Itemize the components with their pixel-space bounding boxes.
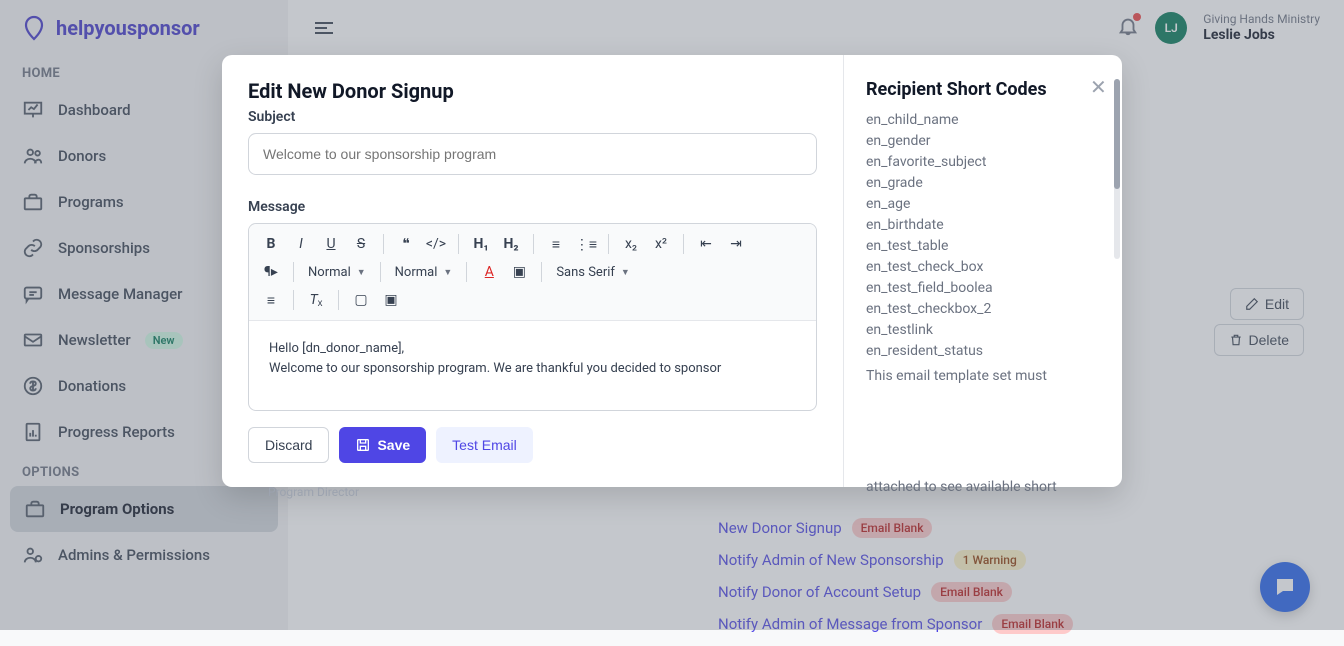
- subject-input[interactable]: [248, 133, 817, 175]
- editor-content[interactable]: Hello [dn_donor_name], Welcome to our sp…: [249, 321, 816, 410]
- h1-button[interactable]: H₁: [469, 232, 493, 256]
- superscript-button[interactable]: x²: [649, 232, 673, 256]
- shortcode-item[interactable]: en_birthdate: [866, 215, 1108, 236]
- shortcode-item[interactable]: en_age: [866, 194, 1108, 215]
- edit-email-modal: Edit New Donor Signup Subject Message B …: [222, 55, 1122, 487]
- shortcode-list: en_child_name en_gender en_favorite_subj…: [866, 110, 1108, 362]
- shortcode-item[interactable]: en_gender: [866, 131, 1108, 152]
- close-button[interactable]: ✕: [1090, 75, 1112, 97]
- modal-right-panel: ✕ Recipient Short Codes en_child_name en…: [844, 55, 1122, 487]
- shortcode-item[interactable]: en_favorite_subject: [866, 152, 1108, 173]
- save-icon: [355, 437, 371, 453]
- scrollbar-thumb[interactable]: [1114, 79, 1120, 189]
- shortcodes-note: This email template set must: [866, 366, 1108, 387]
- strike-button[interactable]: S: [349, 232, 373, 256]
- italic-button[interactable]: I: [289, 232, 313, 256]
- test-email-button[interactable]: Test Email: [436, 427, 533, 463]
- highlight-button[interactable]: ▣: [507, 260, 531, 284]
- h2-button[interactable]: H₂: [499, 232, 523, 256]
- scrollbar[interactable]: [1114, 79, 1120, 259]
- underline-button[interactable]: U: [319, 232, 343, 256]
- bold-button[interactable]: B: [259, 232, 283, 256]
- editor-toolbar: B I U S ❝ </> H₁ H₂ ≡ ⋮≡ x₂ x²: [249, 224, 816, 321]
- code-button[interactable]: </>: [424, 232, 448, 256]
- image-button[interactable]: ▢: [349, 288, 373, 312]
- indent-button[interactable]: ⇥: [724, 232, 748, 256]
- shortcode-item[interactable]: en_resident_status: [866, 341, 1108, 362]
- shortcode-item[interactable]: en_child_name: [866, 110, 1108, 131]
- modal-actions: Discard Save Test Email: [248, 411, 817, 463]
- message-label: Message: [248, 199, 817, 215]
- bullet-list-button[interactable]: ⋮≡: [574, 232, 598, 256]
- clear-format-button[interactable]: Tₓ: [304, 288, 328, 312]
- font-select[interactable]: Sans Serif▼: [552, 265, 634, 280]
- shortcode-item[interactable]: en_test_checkbox_2: [866, 299, 1108, 320]
- rich-text-editor: B I U S ❝ </> H₁ H₂ ≡ ⋮≡ x₂ x²: [248, 223, 817, 411]
- shortcode-item[interactable]: en_test_check_box: [866, 257, 1108, 278]
- heading-select[interactable]: Normal▼: [304, 265, 370, 280]
- quote-button[interactable]: ❝: [394, 232, 418, 256]
- modal-left-panel: Edit New Donor Signup Subject Message B …: [222, 55, 844, 487]
- message-line: Welcome to our sponsorship program. We a…: [269, 359, 796, 379]
- size-select[interactable]: Normal▼: [391, 265, 457, 280]
- text-direction-button[interactable]: ¶▸: [259, 260, 283, 284]
- shortcodes-title: Recipient Short Codes: [866, 79, 1108, 100]
- subscript-button[interactable]: x₂: [619, 232, 643, 256]
- ordered-list-button[interactable]: ≡: [544, 232, 568, 256]
- shortcode-item[interactable]: en_test_table: [866, 236, 1108, 257]
- shortcode-item[interactable]: en_test_field_boolea: [866, 278, 1108, 299]
- outdent-button[interactable]: ⇤: [694, 232, 718, 256]
- save-button[interactable]: Save: [339, 427, 426, 463]
- shortcodes-bottom-text: attached to see available short: [866, 479, 1057, 495]
- video-button[interactable]: ▣: [379, 288, 403, 312]
- shortcode-item[interactable]: en_grade: [866, 173, 1108, 194]
- subject-label: Subject: [248, 109, 817, 125]
- align-button[interactable]: ≡: [259, 288, 283, 312]
- discard-button[interactable]: Discard: [248, 427, 329, 463]
- message-line: Hello [dn_donor_name],: [269, 339, 796, 359]
- text-color-button[interactable]: A: [477, 260, 501, 284]
- program-director-text: Program Director: [268, 485, 359, 499]
- modal-title: Edit New Donor Signup: [248, 79, 817, 103]
- shortcode-item[interactable]: en_testlink: [866, 320, 1108, 341]
